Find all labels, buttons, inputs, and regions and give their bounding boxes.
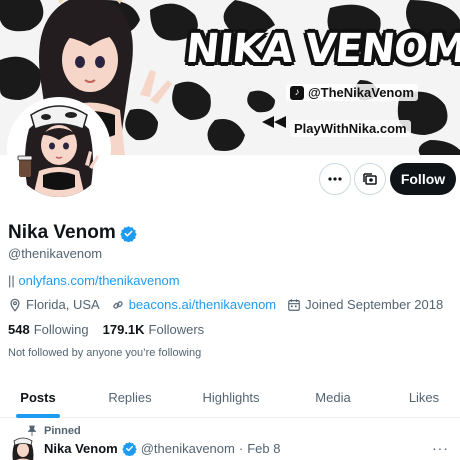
pinned-indicator: Pinned — [26, 425, 81, 437]
display-name: Nika Venom — [8, 222, 116, 243]
tab-likes[interactable]: Likes — [388, 376, 460, 418]
tab-media[interactable]: Media — [278, 376, 388, 418]
following-label: Following — [33, 322, 89, 337]
joined-text: Joined September 2018 — [305, 297, 444, 312]
tweet-avatar-illustration — [8, 436, 38, 460]
banner-website: PlayWithNika.com — [290, 120, 411, 137]
location-text: Florida, USA — [26, 297, 100, 312]
verified-badge-icon[interactable] — [121, 441, 137, 456]
tweet-separator: · — [238, 441, 244, 456]
bio-link[interactable]: onlyfans.com/thenikavenom — [18, 273, 179, 288]
pinned-label: Pinned — [44, 425, 81, 437]
followers-link[interactable]: 179.1K Followers — [103, 322, 205, 337]
location-pin-icon — [10, 298, 20, 312]
tab-posts[interactable]: Posts — [0, 376, 76, 418]
tweet-header: Nika Venom @thenikavenom · Feb 8 — [44, 441, 280, 456]
banner-website-text: PlayWithNika.com — [294, 121, 407, 136]
profile-handle: @thenikavenom — [8, 246, 103, 261]
pin-icon — [27, 425, 37, 436]
bio-prefix: || — [8, 273, 15, 288]
location-item: Florida, USA — [8, 297, 100, 312]
joined-item: Joined September 2018 — [287, 297, 443, 312]
tiktok-icon: ♪ — [290, 85, 304, 100]
followers-label: Followers — [148, 322, 205, 337]
tweet-author-avatar[interactable] — [8, 436, 38, 460]
tweet-date[interactable]: Feb 8 — [247, 441, 280, 456]
avatar-illustration — [11, 101, 107, 197]
follow-stats: 548 Following 179.1K Followers — [8, 322, 218, 337]
display-name-row: Nika Venom — [8, 222, 137, 244]
banner-tiktok-handle: ♪ @TheNikaVenom — [286, 84, 418, 101]
profile-tabs: Posts Replies Highlights Media Likes — [0, 376, 460, 418]
profile-meta: Florida, USA beacons.ai/thenikavenom Joi… — [8, 297, 454, 312]
website-link[interactable]: beacons.ai/thenikavenom — [129, 297, 276, 312]
tweet-more-icon[interactable]: ··· — [432, 440, 449, 456]
followed-by-text: Not followed by anyone you’re following — [8, 347, 202, 359]
following-link[interactable]: 548 Following — [8, 322, 89, 337]
tweet-author-handle[interactable]: @thenikavenom — [141, 441, 235, 456]
follow-button[interactable]: Follow — [390, 163, 456, 195]
website-item[interactable]: beacons.ai/thenikavenom — [111, 297, 276, 312]
banner-tiktok-text: @TheNikaVenom — [308, 85, 414, 100]
following-count: 548 — [8, 322, 30, 337]
tweet-author-name[interactable]: Nika Venom — [44, 441, 118, 456]
profile-bio: || onlyfans.com/thenikavenom — [8, 273, 180, 288]
more-horizontal-icon — [328, 177, 342, 181]
followers-count: 179.1K — [102, 322, 145, 337]
tab-highlights[interactable]: Highlights — [184, 376, 278, 418]
tab-replies[interactable]: Replies — [76, 376, 184, 418]
link-icon — [113, 300, 123, 309]
notification-subscribe-icon — [363, 173, 377, 185]
profile-avatar[interactable] — [7, 97, 111, 201]
verified-badge-icon[interactable] — [120, 225, 137, 242]
more-button[interactable] — [319, 163, 351, 195]
banner-logo-text: NIKA VENOM — [183, 26, 460, 72]
subscribe-button[interactable] — [354, 163, 386, 195]
calendar-icon — [288, 298, 300, 311]
